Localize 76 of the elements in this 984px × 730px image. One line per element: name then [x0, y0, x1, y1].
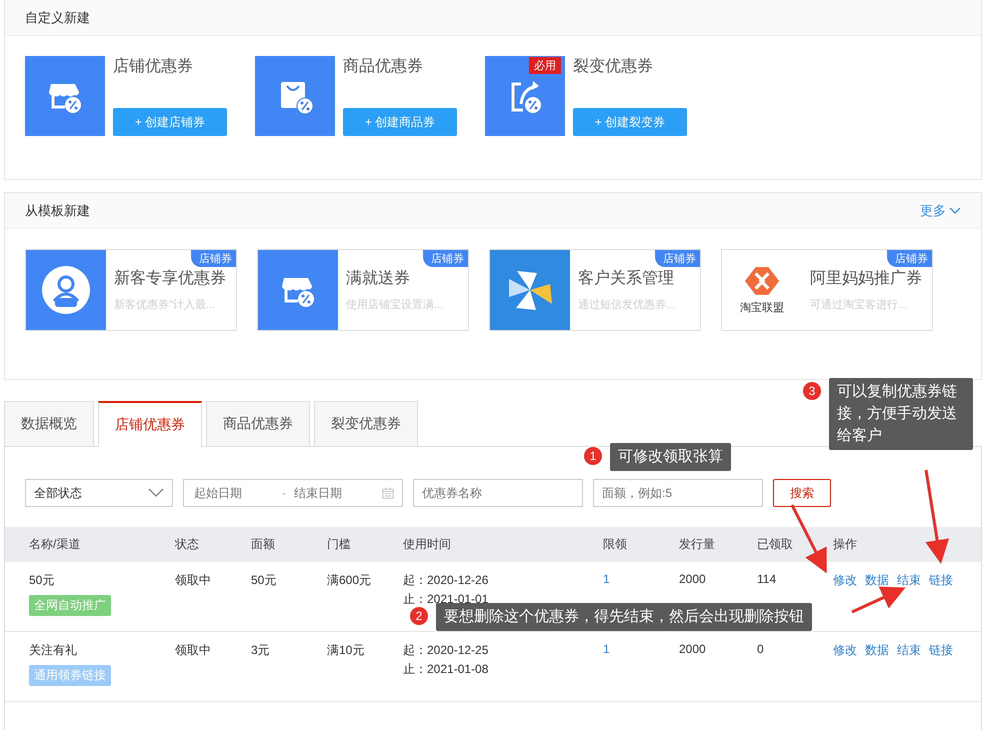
- column-header: 限领: [603, 536, 628, 553]
- annotation-tooltip: 可修改领取张算: [610, 443, 731, 471]
- action-link[interactable]: 数据: [865, 642, 889, 659]
- annotation-tooltip: 可以复制优惠券链接，方便手动发送给客户: [829, 378, 973, 450]
- template-title: 阿里妈妈推广券: [810, 268, 922, 289]
- annotation-tooltip: 要想删除这个优惠券，得先结束，然后会出现删除按钮: [436, 603, 812, 631]
- template-title: 新客专享优惠券: [114, 268, 226, 289]
- action-link[interactable]: 修改: [833, 642, 857, 659]
- column-header: 名称/渠道: [29, 536, 82, 553]
- store-coupon-tag: 店铺券: [887, 250, 932, 267]
- tab[interactable]: 数据概览: [4, 401, 94, 446]
- create-button[interactable]: + 创建商品券: [343, 108, 457, 136]
- create-button[interactable]: + 创建店铺券: [113, 108, 227, 136]
- action-link[interactable]: 链接: [929, 572, 953, 589]
- new-user-icon: [41, 265, 91, 315]
- table-cell: 1: [603, 572, 610, 586]
- arrow: [851, 586, 906, 614]
- amount-field[interactable]: 面额，例如:5: [593, 479, 763, 507]
- chevron-icon: [949, 206, 961, 214]
- calendar-icon: [382, 485, 394, 501]
- coupon-title: 店铺优惠券: [113, 56, 194, 77]
- column-header: 操作: [833, 536, 858, 553]
- column-header: 使用时间: [403, 536, 452, 553]
- step-number: 3: [803, 382, 821, 400]
- search-button[interactable]: 搜索: [773, 479, 831, 507]
- action-link[interactable]: 链接: [929, 642, 953, 659]
- tab[interactable]: 裂变优惠券: [314, 401, 418, 446]
- table-cell: 3元: [251, 642, 270, 659]
- coupon-name: 关注有礼: [29, 642, 77, 659]
- step-number: 1: [584, 447, 602, 465]
- coupon-name: 50元: [29, 572, 54, 589]
- table-cell: 2000: [679, 572, 706, 586]
- table-cell: 满600元: [327, 572, 372, 589]
- table-cell: 领取中: [175, 642, 211, 659]
- end-date: 止：2021-01-08: [403, 661, 488, 678]
- column-header: 门槛: [327, 536, 352, 553]
- step-number: 2: [410, 607, 428, 625]
- coupon-title: 裂变优惠券: [573, 56, 654, 77]
- date-separator: -: [282, 486, 286, 500]
- column-header: 状态: [175, 536, 200, 553]
- template-title: 满就送券: [346, 268, 411, 289]
- start-date: 起：2020-12-26: [403, 572, 488, 589]
- store-coupon-tag: 店铺券: [191, 250, 236, 267]
- action-link[interactable]: 结束: [897, 572, 921, 589]
- more-link[interactable]: 更多: [920, 202, 961, 220]
- column-header: 已领取: [757, 536, 794, 553]
- create-button[interactable]: + 创建裂变券: [573, 108, 687, 136]
- action-link[interactable]: 数据: [865, 572, 889, 589]
- section-title: 自定义新建: [25, 8, 90, 26]
- coupon-name-field[interactable]: 优惠券名称: [413, 479, 583, 507]
- channel-tag: 通用领券链接: [29, 665, 111, 686]
- table-cell: 1: [603, 642, 610, 656]
- channel-tag: 全网自动推广: [29, 595, 111, 616]
- action-link[interactable]: 结束: [897, 642, 921, 659]
- table-cell: 50元: [251, 572, 276, 589]
- arrow: [790, 504, 827, 574]
- table-cell: 满10元: [327, 642, 364, 659]
- section-title: 从模板新建: [25, 202, 90, 220]
- required-badge: 必用: [529, 57, 561, 74]
- coupon-title: 商品优惠券: [343, 56, 424, 77]
- table-cell: 2000: [679, 642, 706, 656]
- logo-text: 淘宝联盟: [740, 300, 784, 315]
- start-date: 起：2020-12-25: [403, 642, 488, 659]
- table-cell: 0: [757, 642, 764, 656]
- table-cell: 114: [757, 572, 776, 586]
- tab[interactable]: 店铺优惠券: [98, 401, 202, 447]
- template-title: 客户关系管理: [578, 268, 675, 289]
- table-cell: 领取中: [175, 572, 211, 589]
- tab[interactable]: 商品优惠券: [206, 401, 310, 446]
- store-coupon-tag: 店铺券: [423, 250, 468, 267]
- column-header: 面额: [251, 536, 276, 553]
- status-select[interactable]: 全部状态: [25, 479, 173, 507]
- action-link[interactable]: 修改: [833, 572, 857, 589]
- chevron-icon: [148, 488, 164, 498]
- column-header: 发行量: [679, 536, 716, 553]
- store-coupon-tag: 店铺券: [655, 250, 700, 267]
